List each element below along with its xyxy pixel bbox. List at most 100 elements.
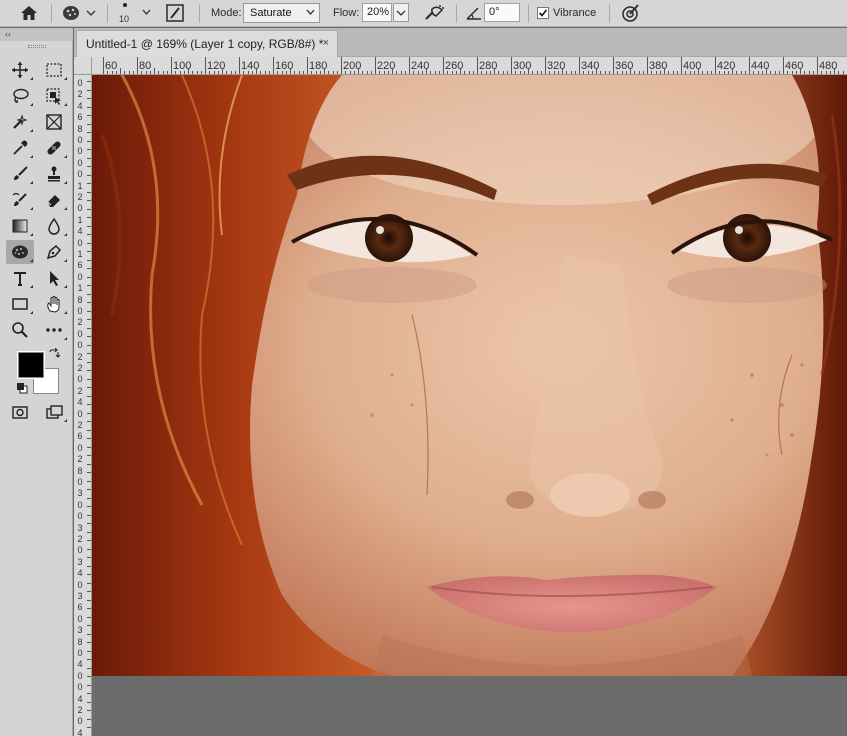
ruler-minor-tick xyxy=(87,132,91,133)
ruler-minor-tick xyxy=(87,285,91,286)
ruler-minor-tick xyxy=(87,514,91,516)
ruler-major-tick xyxy=(579,57,580,74)
vibrance-checkbox[interactable] xyxy=(537,7,549,19)
ruler-minor-tick xyxy=(87,463,91,465)
hand-tool[interactable] xyxy=(40,292,68,316)
eraser-tool[interactable] xyxy=(40,188,68,212)
ruler-minor-tick xyxy=(87,98,91,99)
ruler-minor-tick xyxy=(87,599,91,601)
ruler-label: 0 xyxy=(77,613,83,624)
quick-mask-button[interactable] xyxy=(6,400,34,424)
ruler-major-tick xyxy=(205,57,206,74)
ruler-major-tick xyxy=(103,57,104,74)
flow-input[interactable]: 20% xyxy=(362,3,392,22)
move-tool[interactable] xyxy=(6,58,34,82)
type-tool[interactable] xyxy=(6,266,34,290)
ruler-minor-tick xyxy=(800,68,801,74)
ruler-label: 0 xyxy=(77,169,83,180)
path-select-tool[interactable] xyxy=(40,266,68,290)
ruler-label: 2 xyxy=(77,351,83,362)
document-tab[interactable]: Untitled-1 @ 169% (Layer 1 copy, RGB/8#)… xyxy=(76,30,338,57)
pressure-size-icon[interactable] xyxy=(619,3,641,23)
ruler-minor-tick xyxy=(87,497,91,499)
ruler-label: 2 xyxy=(77,385,83,396)
brush-tool-icon xyxy=(14,166,28,180)
default-colors-icon[interactable] xyxy=(16,382,28,394)
gradient-tool[interactable] xyxy=(6,214,34,238)
lasso-tool[interactable] xyxy=(6,84,34,108)
vertical-ruler[interactable]: 0246800001201401601802002202402602803003… xyxy=(74,75,92,736)
more-tools-icon xyxy=(46,328,62,332)
ruler-minor-tick xyxy=(87,412,91,414)
ruler-minor-tick xyxy=(87,157,91,159)
sponge-preset-icon[interactable] xyxy=(60,3,100,23)
ruler-minor-tick xyxy=(87,421,91,422)
chevron-down-icon xyxy=(142,7,151,17)
sponge-tool[interactable] xyxy=(6,240,34,264)
ruler-origin[interactable] xyxy=(74,57,92,75)
foreground-color-swatch[interactable] xyxy=(17,351,45,379)
eyedropper-tool[interactable] xyxy=(6,136,34,160)
brush-settings-panel-icon[interactable] xyxy=(165,3,185,23)
toolbar-grip[interactable] xyxy=(28,45,46,48)
airbrush-icon[interactable] xyxy=(423,3,445,23)
toolbar-collapse-button[interactable]: ‹‹ xyxy=(0,28,73,41)
frame-tool-icon xyxy=(46,114,62,130)
more-tools-button[interactable] xyxy=(40,318,68,342)
ruler-minor-tick xyxy=(87,106,91,108)
rectangle-tool[interactable] xyxy=(6,292,34,316)
ruler-label: 0 xyxy=(77,306,83,316)
ruler-minor-tick xyxy=(256,68,257,74)
ruler-minor-tick xyxy=(87,353,91,354)
home-icon[interactable] xyxy=(19,4,39,22)
frame-tool[interactable] xyxy=(40,110,68,134)
object-select-tool[interactable] xyxy=(40,84,68,108)
swap-colors-icon[interactable] xyxy=(48,347,61,360)
ruler-major-tick xyxy=(341,57,342,74)
angle-input[interactable]: 0° xyxy=(484,3,520,22)
ruler-minor-tick xyxy=(87,701,91,703)
ruler-minor-tick xyxy=(87,557,91,558)
ruler-label: 0 xyxy=(77,499,83,510)
zoom-tool[interactable] xyxy=(6,318,34,342)
ruler-minor-tick xyxy=(87,183,91,184)
object-select-tool-icon xyxy=(46,88,61,105)
stamp-tool[interactable] xyxy=(40,162,68,186)
document-canvas-image[interactable] xyxy=(92,75,847,676)
ruler-major-tick xyxy=(477,57,478,74)
blur-tool[interactable] xyxy=(40,214,68,238)
ruler-major-tick xyxy=(409,57,410,74)
healing-tool[interactable] xyxy=(40,136,68,160)
ruler-minor-tick xyxy=(87,217,91,218)
ruler-label: 3 xyxy=(77,591,83,601)
ruler-minor-tick xyxy=(120,68,121,74)
ruler-minor-tick xyxy=(87,310,91,312)
ruler-minor-tick xyxy=(87,395,91,397)
ruler-minor-tick xyxy=(87,259,91,261)
ruler-major-tick xyxy=(239,57,240,74)
ruler-label: 0 xyxy=(77,545,83,556)
ruler-minor-tick xyxy=(87,251,91,252)
horizontal-ruler[interactable]: 60 80 100 120 140 160 180 200 220 240 260 280 300 320… xyxy=(92,57,847,75)
screen-mode-button[interactable] xyxy=(40,400,68,424)
history-brush-tool[interactable] xyxy=(6,188,34,212)
pen-tool[interactable] xyxy=(40,240,68,264)
brush-size-picker[interactable]: 10 xyxy=(114,1,154,26)
hand-tool-icon xyxy=(47,296,60,313)
ruler-minor-tick xyxy=(87,710,91,711)
ruler-label: 2 xyxy=(77,420,83,430)
quick-select-tool[interactable] xyxy=(6,110,34,134)
flow-dropdown-button[interactable] xyxy=(393,3,409,22)
ruler-label: 4 xyxy=(77,659,83,670)
marquee-tool[interactable] xyxy=(40,58,68,82)
ruler-minor-tick xyxy=(87,480,91,482)
mode-select[interactable]: Saturate xyxy=(243,3,320,23)
ruler-minor-tick xyxy=(87,718,91,720)
eraser-tool-icon xyxy=(47,195,60,207)
close-tab-icon[interactable]: × xyxy=(323,37,329,49)
ruler-minor-tick xyxy=(87,200,91,201)
brush-tool[interactable] xyxy=(6,162,34,186)
canvas-pasteboard[interactable] xyxy=(92,75,847,736)
ruler-label: 0 xyxy=(77,135,83,145)
ruler-label: 2 xyxy=(77,89,83,100)
